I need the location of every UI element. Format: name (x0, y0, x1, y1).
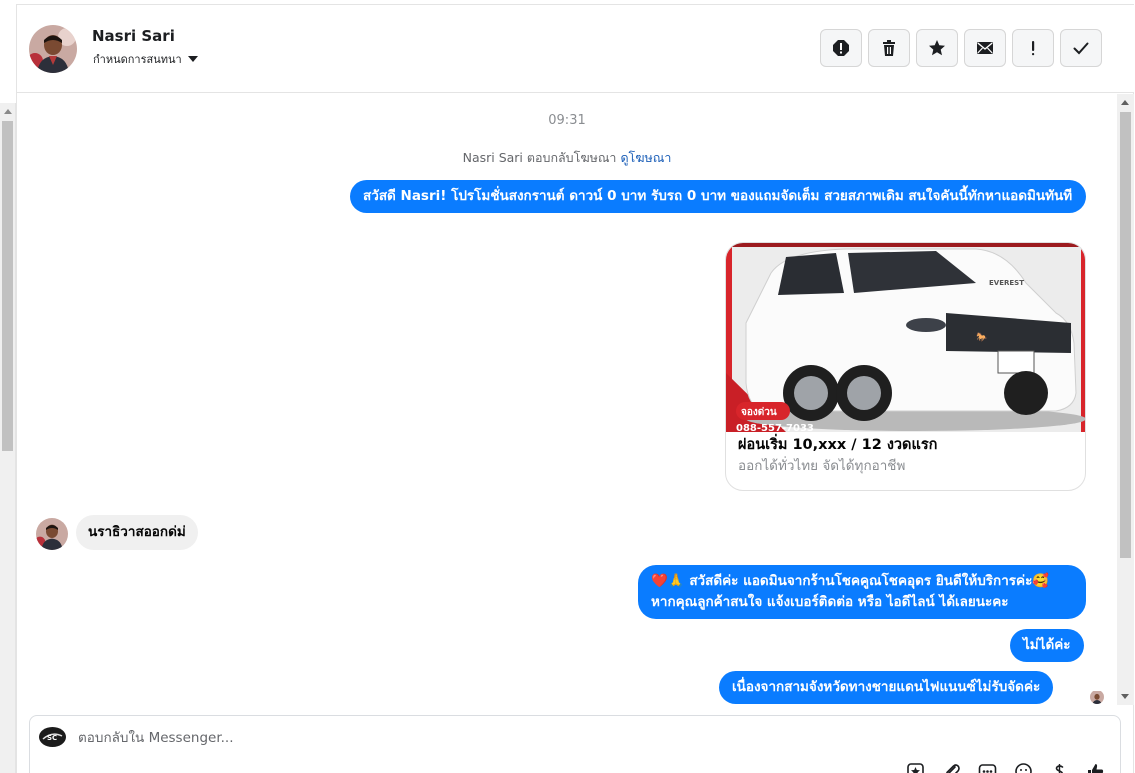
contact-avatar-small[interactable] (36, 518, 68, 550)
outgoing-message-decline[interactable]: ไม่ได้ค่ะ (1010, 629, 1084, 662)
mark-unread-button[interactable] (964, 29, 1006, 67)
more-icon[interactable] (978, 762, 997, 773)
ad-badge: จองด่วน (741, 406, 777, 418)
message-composer[interactable]: SC (29, 715, 1121, 773)
ad-car-brand: EVEREST (989, 279, 1024, 287)
thread-scrollbar[interactable] (1117, 94, 1134, 705)
conversation-header: Nasri Sari กำหนดการสนทนา (17, 5, 1134, 93)
svg-text:🐎: 🐎 (976, 332, 987, 343)
ad-car-image[interactable]: 🐎 EVEREST จองด่วน 088-557-7033 (726, 243, 1085, 432)
ad-title: ผ่อนเริ่ม 10,xxx / 12 งวดแรก (738, 437, 938, 453)
outgoing-message-reason[interactable]: เนื่องจากสามจังหวัดทางชายแดนไฟแนนซ์ไม่รั… (719, 671, 1054, 704)
scrollbar-thumb[interactable] (2, 121, 13, 451)
emoji-icon[interactable] (1014, 762, 1033, 773)
contact-name[interactable]: Nasri Sari (92, 27, 175, 45)
incoming-message[interactable]: นราธิวาสออกด่ม่ (76, 515, 198, 550)
outgoing-message-ad-greeting[interactable]: สวัสดี Nasri! โปรโมชั่นสงกรานต์ ดาวน์ 0 … (350, 180, 1086, 213)
left-panel-scrollbar[interactable] (0, 103, 16, 773)
ad-card[interactable]: 🐎 EVEREST จองด่วน 088-557-7033 ผ่อนเริ่ม… (725, 242, 1086, 491)
trash-icon (883, 40, 895, 56)
payment-icon[interactable] (1050, 762, 1069, 773)
seen-receipt-avatar (1090, 690, 1104, 704)
conversation-toolbar (820, 29, 1102, 67)
page-logo-icon: SC (39, 727, 66, 747)
message-input[interactable] (78, 730, 678, 746)
mark-done-button[interactable] (1060, 29, 1102, 67)
scroll-up-arrow-icon[interactable] (1121, 100, 1129, 105)
contact-avatar[interactable] (29, 25, 77, 73)
report-icon (833, 40, 849, 56)
scroll-down-arrow-icon[interactable] (1121, 694, 1129, 699)
exclamation-icon (1032, 41, 1035, 56)
assign-label: กำหนดการสนทนา (93, 53, 182, 66)
check-icon (1073, 42, 1089, 55)
envelope-icon (977, 42, 993, 54)
attachment-icon[interactable] (942, 762, 961, 773)
star-icon (929, 40, 945, 56)
scroll-up-arrow-icon[interactable] (4, 109, 12, 114)
saved-reply-icon[interactable] (906, 762, 925, 773)
star-button[interactable] (916, 29, 958, 67)
delete-button[interactable] (868, 29, 910, 67)
messenger-page: Nasri Sari กำหนดการสนทนา 09:31 Nasri Sar… (0, 0, 1135, 773)
ad-reply-note-text: Nasri Sari ตอบกลับโฆษณา (462, 150, 617, 165)
composer-toolbar (906, 762, 1105, 773)
report-button[interactable] (820, 29, 862, 67)
conversation-panel: Nasri Sari กำหนดการสนทนา 09:31 Nasri Sar… (16, 4, 1134, 773)
assign-conversation-dropdown[interactable]: กำหนดการสนทนา (93, 50, 198, 68)
message-thread[interactable]: 09:31 Nasri Sari ตอบกลับโฆษณา ดูโฆษณา สว… (17, 94, 1117, 705)
scrollbar-thumb[interactable] (1120, 112, 1131, 558)
ad-phone: 088-557-7033 (736, 423, 814, 432)
outgoing-message-greeting[interactable]: ❤️🙏 สวัสดีค่ะ แอดมินจากร้านโชคคูณโชคอุดร… (638, 565, 1086, 619)
mark-important-button[interactable] (1012, 29, 1054, 67)
ad-subtitle: ออกได้ทั่วไทย จัดได้ทุกอาชีพ (738, 458, 906, 474)
message-timestamp: 09:31 (548, 113, 586, 128)
like-icon[interactable] (1086, 762, 1105, 773)
view-ad-link[interactable]: ดูโฆษณา (620, 150, 671, 165)
ad-reply-note: Nasri Sari ตอบกลับโฆษณา ดูโฆษณา (17, 148, 1117, 168)
page-logo-text: SC (47, 734, 57, 742)
caret-down-icon (187, 56, 198, 62)
